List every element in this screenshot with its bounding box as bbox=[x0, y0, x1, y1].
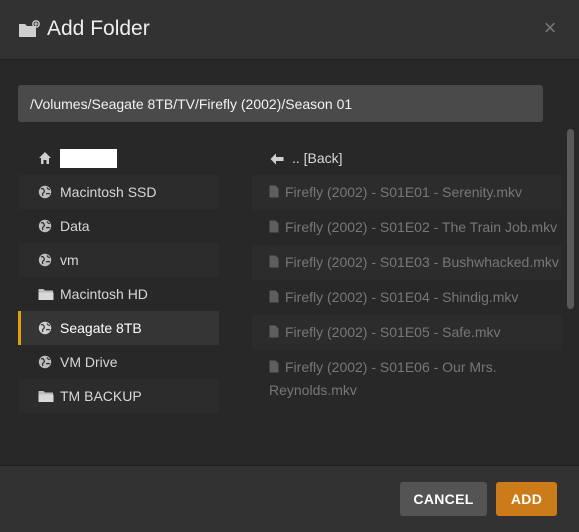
back-link[interactable]: .. [Back] bbox=[252, 141, 562, 175]
sidebar-item-vm-drive[interactable]: VM Drive bbox=[18, 345, 219, 379]
file-name: Firefly (2002) - S01E05 - Safe.mkv bbox=[285, 324, 501, 340]
dialog-body: Macintosh SSD Data vm Macintosh HD bbox=[0, 61, 579, 465]
sidebar-item-label: TM BACKUP bbox=[60, 388, 142, 404]
add-folder-dialog: Add Folder × Macintosh SSD Data bbox=[0, 0, 579, 532]
file-icon bbox=[269, 217, 279, 233]
globe-icon bbox=[38, 185, 52, 199]
path-input[interactable] bbox=[18, 85, 543, 122]
sidebar-item-macintosh-ssd[interactable]: Macintosh SSD bbox=[18, 175, 219, 209]
sidebar-item-home[interactable] bbox=[18, 141, 219, 175]
file-name: Firefly (2002) - S01E04 - Shindig.mkv bbox=[285, 289, 519, 305]
sidebar-item-label: Data bbox=[60, 218, 90, 234]
home-icon bbox=[38, 151, 52, 165]
file-icon bbox=[269, 252, 279, 268]
sidebar-item-label bbox=[60, 148, 117, 168]
sidebar-item-seagate-8tb[interactable]: Seagate 8TB bbox=[18, 311, 219, 345]
file-icon bbox=[269, 357, 279, 373]
file-name: Firefly (2002) - S01E03 - Bushwhacked.mk… bbox=[285, 254, 559, 270]
dialog-title: Add Folder bbox=[47, 17, 150, 40]
file-list: .. [Back] Firefly (2002) - S01E01 - Sere… bbox=[252, 141, 562, 465]
cancel-button[interactable]: CANCEL bbox=[400, 482, 487, 516]
file-icon bbox=[269, 287, 279, 303]
list-item: Firefly (2002) - S01E01 - Serenity.mkv bbox=[252, 175, 562, 210]
dialog-footer: CANCEL ADD bbox=[0, 465, 579, 532]
file-icon bbox=[269, 322, 279, 338]
file-name: Firefly (2002) - S01E01 - Serenity.mkv bbox=[285, 184, 523, 200]
file-name: Firefly (2002) - S01E02 - The Train Job.… bbox=[285, 219, 558, 235]
list-item: Firefly (2002) - S01E05 - Safe.mkv bbox=[252, 315, 562, 350]
folder-add-icon bbox=[18, 20, 40, 38]
sidebar-item-macintosh-hd[interactable]: Macintosh HD bbox=[18, 277, 219, 311]
globe-icon bbox=[38, 321, 52, 335]
sidebar-item-label: vm bbox=[60, 252, 79, 268]
file-name: Firefly (2002) - S01E06 - Our Mrs. Reyno… bbox=[269, 359, 497, 398]
file-icon bbox=[269, 182, 279, 198]
sidebar-item-vm[interactable]: vm bbox=[18, 243, 219, 277]
list-item: Firefly (2002) - S01E02 - The Train Job.… bbox=[252, 210, 562, 245]
list-item: Firefly (2002) - S01E06 - Our Mrs. Reyno… bbox=[252, 350, 562, 408]
sidebar-item-label: Seagate 8TB bbox=[60, 320, 142, 336]
folder-icon bbox=[38, 389, 54, 403]
globe-icon bbox=[38, 219, 52, 233]
globe-icon bbox=[38, 355, 52, 369]
list-item: Firefly (2002) - S01E04 - Shindig.mkv bbox=[252, 280, 562, 315]
add-button[interactable]: ADD bbox=[496, 482, 557, 516]
sidebar-item-label: Macintosh SSD bbox=[60, 184, 157, 200]
sidebar-item-label: VM Drive bbox=[60, 354, 118, 370]
sidebar-item-tm-backup[interactable]: TM BACKUP bbox=[18, 379, 219, 413]
location-sidebar: Macintosh SSD Data vm Macintosh HD Seaga… bbox=[18, 141, 219, 413]
globe-icon bbox=[38, 253, 52, 267]
arrow-left-icon bbox=[270, 152, 284, 165]
sidebar-item-data[interactable]: Data bbox=[18, 209, 219, 243]
dialog-header: Add Folder × bbox=[0, 0, 579, 60]
list-item: Firefly (2002) - S01E03 - Bushwhacked.mk… bbox=[252, 245, 562, 280]
close-icon[interactable]: × bbox=[541, 17, 559, 39]
back-label: .. [Back] bbox=[292, 150, 343, 166]
file-list-scrollbar[interactable] bbox=[567, 129, 574, 309]
folder-icon bbox=[38, 287, 54, 301]
sidebar-item-label: Macintosh HD bbox=[60, 286, 148, 302]
